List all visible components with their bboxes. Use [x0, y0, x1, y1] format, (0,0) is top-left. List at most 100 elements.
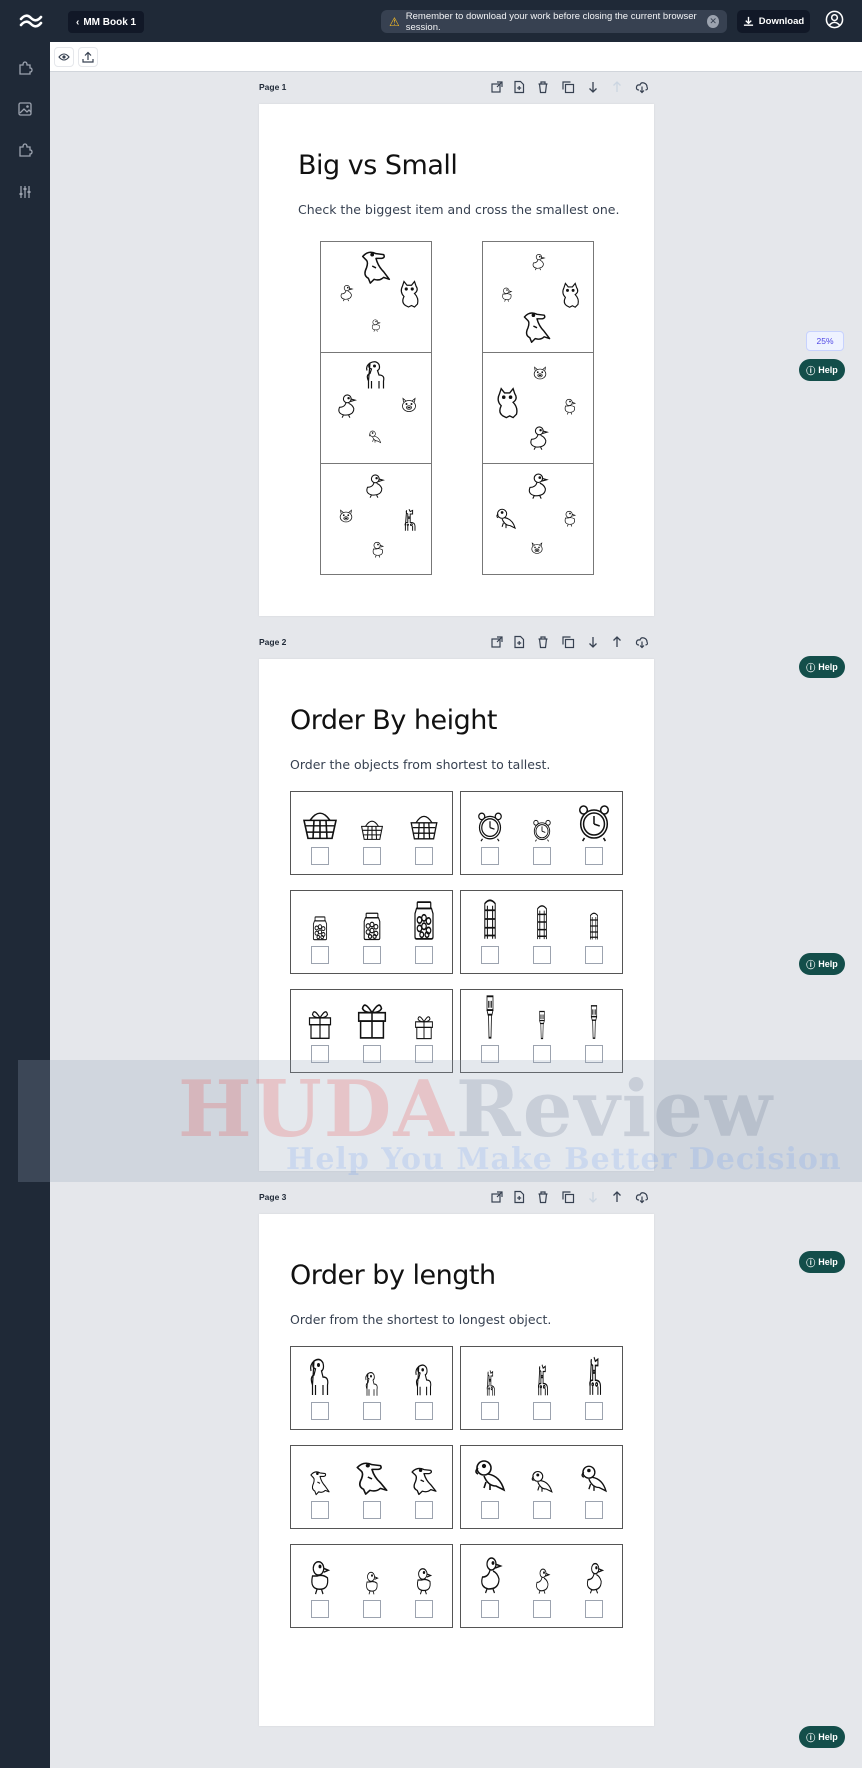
- candy-jar-icon: [359, 911, 385, 941]
- answer-checkbox[interactable]: [481, 1501, 499, 1519]
- duplicate-icon[interactable]: [561, 1190, 575, 1204]
- answer-checkbox[interactable]: [415, 1501, 433, 1519]
- duck-icon: [333, 389, 359, 423]
- trash-icon[interactable]: [536, 635, 550, 649]
- answer-checkbox[interactable]: [533, 1501, 551, 1519]
- page-title: Order By height: [290, 705, 497, 736]
- answer-checkbox[interactable]: [481, 847, 499, 865]
- answer-checkbox[interactable]: [585, 1600, 603, 1618]
- basket-icon: [300, 806, 340, 842]
- new-page-icon[interactable]: [512, 1190, 526, 1204]
- answer-checkbox[interactable]: [585, 1501, 603, 1519]
- answer-checkbox[interactable]: [363, 946, 381, 964]
- page-label: Page 1: [259, 82, 287, 92]
- move-down-icon[interactable]: [586, 635, 600, 649]
- move-up-icon[interactable]: [610, 635, 624, 649]
- external-edit-icon[interactable]: [490, 1190, 504, 1204]
- cloud-download-icon[interactable]: [635, 1190, 649, 1204]
- answer-checkbox[interactable]: [363, 1402, 381, 1420]
- pig-icon: [399, 395, 419, 417]
- ordering-box: [460, 791, 623, 875]
- new-page-icon[interactable]: [512, 635, 526, 649]
- comparison-cell: [482, 352, 594, 464]
- preview-button[interactable]: [54, 47, 74, 67]
- sliders-icon[interactable]: [17, 184, 33, 200]
- image-icon[interactable]: [17, 101, 33, 117]
- basket-icon: [408, 810, 440, 842]
- answer-checkbox[interactable]: [481, 1402, 499, 1420]
- chick-icon: [362, 1569, 382, 1595]
- trash-icon[interactable]: [536, 80, 550, 94]
- answer-checkbox[interactable]: [311, 1501, 329, 1519]
- download-label: Download: [758, 16, 805, 27]
- candy-jar-icon: [409, 899, 439, 941]
- paintbrush-icon: [480, 994, 500, 1040]
- answer-checkbox[interactable]: [311, 1402, 329, 1420]
- answer-checkbox[interactable]: [481, 946, 499, 964]
- help-button[interactable]: ⓘ Help: [799, 359, 845, 381]
- left-sidebar: [0, 42, 50, 1768]
- cloud-download-icon[interactable]: [635, 635, 649, 649]
- user-account-icon[interactable]: [825, 10, 844, 29]
- duplicate-icon[interactable]: [561, 80, 575, 94]
- trash-icon[interactable]: [536, 1190, 550, 1204]
- dinosaur-icon: [307, 1468, 333, 1496]
- move-down-icon[interactable]: [586, 80, 600, 94]
- page-subtitle: Check the biggest item and cross the sma…: [298, 202, 620, 217]
- ordering-box: [460, 1445, 623, 1529]
- zoom-level-indicator[interactable]: 25%: [806, 331, 844, 351]
- ordering-box: [290, 1346, 453, 1430]
- page-subtitle: Order from the shortest to longest objec…: [290, 1312, 552, 1327]
- upload-button[interactable]: [78, 47, 98, 67]
- duck-icon: [532, 1567, 552, 1595]
- horse-icon: [305, 1357, 335, 1397]
- cloud-download-icon[interactable]: [635, 80, 649, 94]
- answer-checkbox[interactable]: [415, 946, 433, 964]
- page-3[interactable]: Order by length Order from the shortest …: [259, 1214, 654, 1726]
- book-back-button[interactable]: ‹ MM Book 1: [68, 11, 145, 33]
- answer-checkbox[interactable]: [415, 847, 433, 865]
- puzzle-icon[interactable]: [17, 142, 33, 158]
- move-up-icon[interactable]: [610, 1190, 624, 1204]
- answer-checkbox[interactable]: [363, 1501, 381, 1519]
- help-button[interactable]: ⓘ Help: [799, 1726, 845, 1748]
- answer-checkbox[interactable]: [585, 946, 603, 964]
- page-label: Page 2: [259, 637, 287, 647]
- close-notice-icon[interactable]: ✕: [707, 15, 719, 28]
- answer-checkbox[interactable]: [533, 1402, 551, 1420]
- duplicate-icon[interactable]: [561, 635, 575, 649]
- answer-checkbox[interactable]: [585, 1402, 603, 1420]
- move-down-icon: [586, 1190, 600, 1204]
- answer-checkbox[interactable]: [585, 847, 603, 865]
- answer-checkbox[interactable]: [533, 946, 551, 964]
- page-2-header: Page 2: [259, 635, 654, 651]
- external-edit-icon[interactable]: [490, 80, 504, 94]
- answer-checkbox[interactable]: [533, 847, 551, 865]
- app-logo-icon[interactable]: [18, 10, 44, 32]
- alarm-clock-icon: [475, 810, 505, 842]
- external-edit-icon[interactable]: [490, 635, 504, 649]
- ladder-icon: [477, 897, 503, 941]
- help-button[interactable]: ⓘ Help: [799, 656, 845, 678]
- comparison-cell: [482, 241, 594, 353]
- alarm-clock-icon: [531, 818, 553, 842]
- new-page-icon[interactable]: [512, 80, 526, 94]
- answer-checkbox[interactable]: [363, 1600, 381, 1618]
- answer-checkbox[interactable]: [415, 1402, 433, 1420]
- answer-checkbox[interactable]: [363, 847, 381, 865]
- answer-checkbox[interactable]: [481, 1600, 499, 1618]
- help-button[interactable]: ⓘ Help: [799, 1251, 845, 1273]
- answer-checkbox[interactable]: [311, 946, 329, 964]
- comparison-cell: [320, 241, 432, 353]
- answer-checkbox[interactable]: [311, 1600, 329, 1618]
- answer-checkbox[interactable]: [533, 1600, 551, 1618]
- answer-checkbox[interactable]: [415, 1600, 433, 1618]
- chick-icon: [561, 506, 579, 530]
- ordering-box: [290, 1544, 453, 1628]
- eye-icon: [58, 53, 70, 61]
- page-1[interactable]: Big vs Small Check the biggest item and …: [259, 104, 654, 616]
- answer-checkbox[interactable]: [311, 847, 329, 865]
- download-button[interactable]: Download: [737, 10, 810, 33]
- help-button[interactable]: ⓘ Help: [799, 953, 845, 975]
- puzzle-icon[interactable]: [17, 60, 33, 76]
